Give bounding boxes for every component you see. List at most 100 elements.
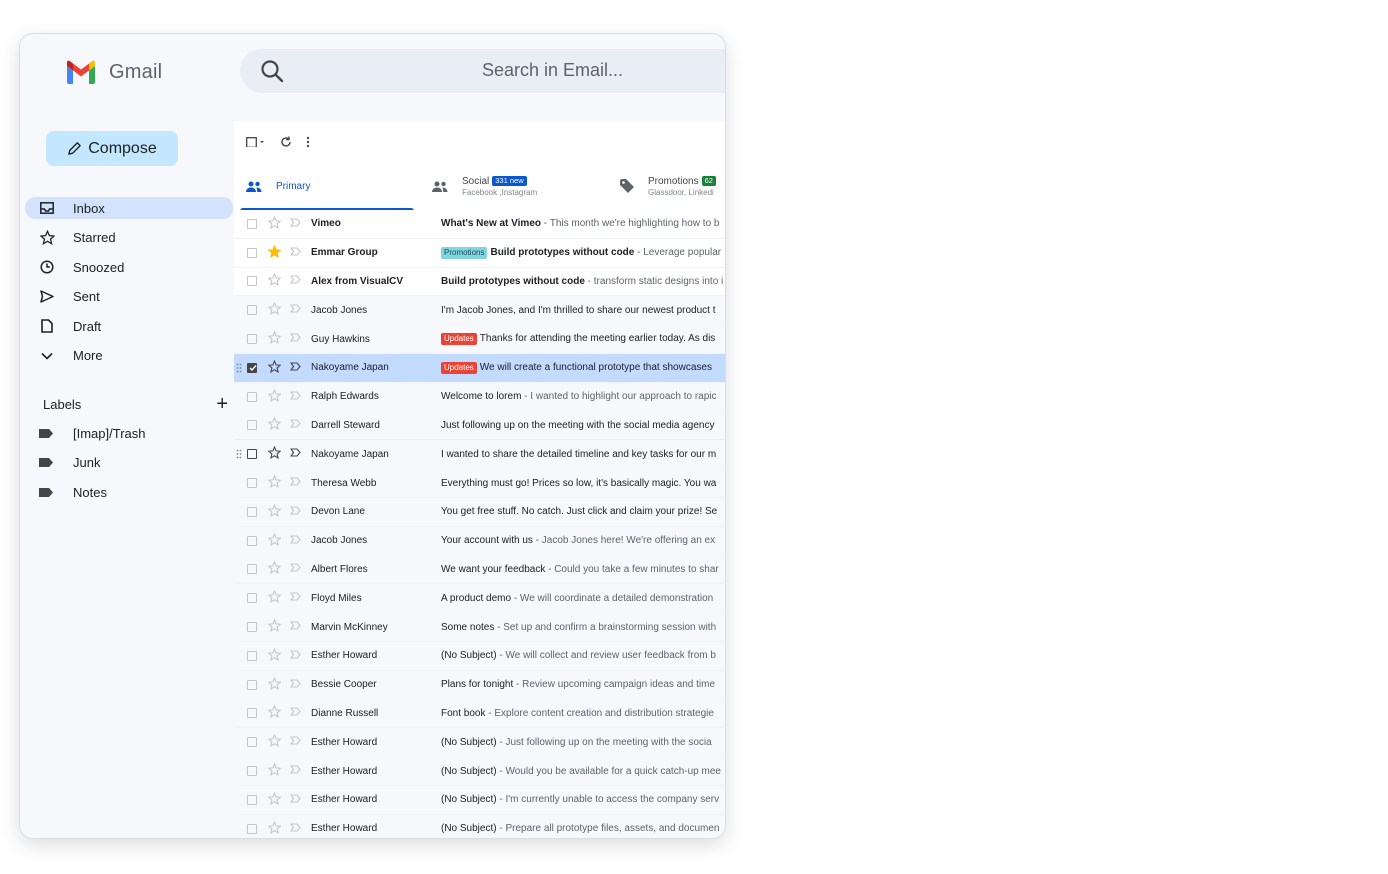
email-row[interactable]: Jacob Jones I'm Jacob Jones, and I'm thri… <box>234 296 725 326</box>
star-icon[interactable] <box>267 474 282 491</box>
email-row[interactable]: Ralph Edwards Welcome to lorem - I wanted… <box>234 382 725 412</box>
email-row[interactable]: Theresa Webb Everything must go! Prices s… <box>234 469 725 498</box>
sidebar-item-inbox[interactable]: Inbox <box>25 197 233 219</box>
important-marker-icon[interactable] <box>289 679 301 691</box>
label-item-notes[interactable]: Notes <box>25 481 233 503</box>
email-row[interactable]: Dianne Russell Font book - Explore conten… <box>234 699 725 729</box>
star-icon[interactable] <box>267 417 282 433</box>
row-checkbox[interactable] <box>247 247 257 258</box>
important-marker-icon[interactable] <box>289 218 301 230</box>
important-marker-icon[interactable] <box>289 707 301 719</box>
important-marker-icon[interactable] <box>289 736 301 748</box>
important-marker-icon[interactable] <box>289 391 301 403</box>
sidebar-item-sent[interactable]: Sent <box>25 286 233 308</box>
important-marker-icon[interactable] <box>289 333 301 345</box>
add-label-icon[interactable]: + <box>216 394 228 414</box>
important-marker-icon[interactable] <box>289 765 301 777</box>
tab-social[interactable]: Social 331 new Facebook ,Instagram <box>432 162 537 210</box>
star-icon[interactable] <box>267 705 282 721</box>
star-icon[interactable] <box>267 532 282 549</box>
important-marker-icon[interactable] <box>289 304 301 316</box>
email-row[interactable]: Darrell Steward Just following up on the … <box>234 411 725 441</box>
row-checkbox[interactable] <box>247 535 257 546</box>
star-icon[interactable] <box>267 273 282 289</box>
email-row[interactable]: Jacob Jones Your account with us - Jacob … <box>234 526 725 556</box>
important-marker-icon[interactable] <box>289 275 301 287</box>
row-checkbox[interactable] <box>247 362 257 373</box>
sidebar-item-draft[interactable]: Draft <box>25 315 233 337</box>
email-row[interactable]: Albert Flores We want your feedback - Cou… <box>234 555 725 585</box>
star-icon[interactable] <box>267 244 282 261</box>
star-icon[interactable] <box>267 791 282 808</box>
row-checkbox[interactable] <box>247 650 257 661</box>
drag-handle-icon[interactable] <box>236 449 242 459</box>
email-row[interactable]: Esther Howard (No Subject) - We will coll… <box>234 641 725 671</box>
row-checkbox[interactable] <box>247 276 257 287</box>
important-marker-icon[interactable] <box>289 535 301 547</box>
drag-handle-icon[interactable] <box>236 363 242 373</box>
row-checkbox[interactable] <box>247 622 257 633</box>
label-item-junk[interactable]: Junk <box>25 452 233 474</box>
more-options-icon[interactable] <box>306 136 310 148</box>
important-marker-icon[interactable] <box>289 448 301 460</box>
star-icon[interactable] <box>267 503 282 520</box>
star-icon[interactable] <box>267 589 282 606</box>
star-icon[interactable] <box>267 359 282 376</box>
email-row[interactable]: Esther Howard (No Subject) - Just followi… <box>234 728 725 758</box>
row-checkbox[interactable] <box>247 564 257 575</box>
email-row[interactable]: Esther Howard (No Subject) - I'm currentl… <box>234 785 725 815</box>
email-row[interactable]: Floyd Miles A product demo - We will coor… <box>234 584 725 614</box>
row-checkbox[interactable] <box>247 823 257 834</box>
important-marker-icon[interactable] <box>289 794 301 806</box>
email-row[interactable]: Marvin McKinney Some notes - Set up and c… <box>234 613 725 642</box>
important-marker-icon[interactable] <box>289 362 301 374</box>
email-row[interactable]: Nakoyame Japan I wanted to share the deta… <box>234 440 725 470</box>
important-marker-icon[interactable] <box>289 247 301 259</box>
sidebar-item-snoozed[interactable]: Snoozed <box>25 256 233 278</box>
sidebar-item-starred[interactable]: Starred <box>25 227 233 249</box>
star-icon[interactable] <box>267 820 282 837</box>
email-row[interactable]: Bessie Cooper Plans for tonight - Review … <box>234 670 725 700</box>
star-icon[interactable] <box>267 561 282 577</box>
email-row[interactable]: Esther Howard (No Subject) - Prepare all … <box>234 814 725 838</box>
important-marker-icon[interactable] <box>289 563 301 575</box>
row-checkbox[interactable] <box>247 449 257 460</box>
star-icon[interactable] <box>267 676 282 693</box>
row-checkbox[interactable] <box>247 391 257 402</box>
sidebar-item-more[interactable]: More <box>25 345 233 367</box>
important-marker-icon[interactable] <box>289 621 301 633</box>
row-checkbox[interactable] <box>247 679 257 690</box>
row-checkbox[interactable] <box>247 506 257 517</box>
select-all-checkbox[interactable] <box>246 136 266 147</box>
search-bar[interactable]: Search in Email... <box>240 49 725 93</box>
important-marker-icon[interactable] <box>289 823 301 835</box>
row-checkbox[interactable] <box>247 334 257 345</box>
star-icon[interactable] <box>267 330 282 347</box>
gmail-logo[interactable]: Gmail <box>65 60 162 84</box>
star-icon[interactable] <box>267 762 282 779</box>
row-checkbox[interactable] <box>247 218 257 229</box>
email-row[interactable]: Alex from VisualCV Build prototypes witho… <box>234 267 725 297</box>
star-icon[interactable] <box>267 647 282 664</box>
important-marker-icon[interactable] <box>289 592 301 604</box>
email-row[interactable]: Vimeo What's New at Vimeo - This month we… <box>234 210 725 239</box>
important-marker-icon[interactable] <box>289 650 301 662</box>
email-row[interactable]: Nakoyame Japan Updates We will create a fu… <box>234 353 725 383</box>
row-checkbox[interactable] <box>247 794 257 805</box>
label-item-trash[interactable]: [Imap]/Trash <box>25 422 233 444</box>
important-marker-icon[interactable] <box>289 506 301 518</box>
row-checkbox[interactable] <box>247 737 257 748</box>
search-icon[interactable] <box>260 59 284 83</box>
email-row[interactable]: Guy Hawkins Updates Thanks for attending t… <box>234 325 725 354</box>
compose-button[interactable]: Compose <box>46 131 178 166</box>
tab-primary[interactable]: Primary <box>246 162 310 210</box>
row-checkbox[interactable] <box>247 708 257 719</box>
star-icon[interactable] <box>267 301 282 318</box>
important-marker-icon[interactable] <box>289 477 301 489</box>
refresh-icon[interactable] <box>280 136 292 148</box>
row-checkbox[interactable] <box>247 305 257 316</box>
email-row[interactable]: Esther Howard (No Subject) - Would you be… <box>234 757 725 786</box>
search-input[interactable]: Search in Email... <box>482 60 623 81</box>
email-row[interactable]: Emmar Group Promotions Build prototypes wi… <box>234 238 725 268</box>
star-icon[interactable] <box>267 445 282 462</box>
